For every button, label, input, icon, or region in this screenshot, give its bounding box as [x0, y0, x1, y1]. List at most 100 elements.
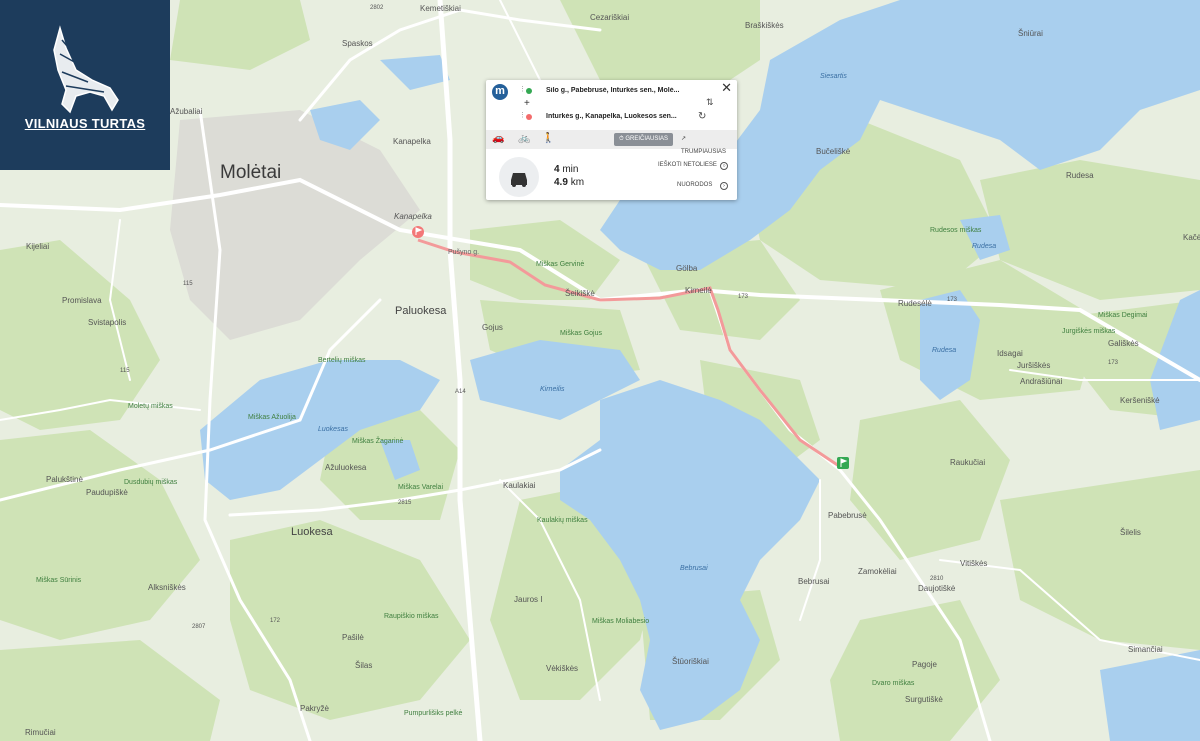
fastest-option[interactable]: ⏱ GREIČIAUSIAS — [614, 133, 674, 146]
svg-text:2802: 2802 — [370, 5, 384, 11]
svg-text:Miškas Ažuolija: Miškas Ažuolija — [248, 414, 296, 421]
svg-text:Pagoje: Pagoje — [912, 660, 937, 669]
directions-icon[interactable]: › — [720, 182, 728, 190]
fastest-label: GREIČIAUSIAS — [625, 136, 669, 142]
svg-text:173: 173 — [1108, 360, 1119, 366]
svg-text:Rudesa: Rudesa — [972, 243, 996, 250]
svg-text:Bebrusai: Bebrusai — [680, 565, 708, 572]
drag-handle-icon[interactable]: ⋮ — [519, 85, 526, 93]
svg-text:Pumpurlišiks pelkė: Pumpurlišiks pelkė — [404, 710, 462, 717]
svg-text:Kaulakiai: Kaulakiai — [503, 481, 536, 490]
route-car-icon — [499, 157, 539, 197]
car-icon[interactable]: 🚗 — [492, 133, 504, 144]
add-stop-icon[interactable]: + — [524, 98, 530, 109]
shortest-label: TRUMPIAUSIAS — [681, 149, 727, 155]
red-flag-icon[interactable] — [412, 226, 424, 238]
svg-text:Kanapelka: Kanapelka — [393, 137, 431, 146]
svg-text:Juršiškės: Juršiškės — [1017, 361, 1050, 370]
m-logo-icon: m — [492, 84, 508, 100]
svg-text:Zamokėliai: Zamokėliai — [858, 567, 897, 576]
drag-handle-icon[interactable]: ⋮ — [519, 111, 526, 119]
origin-field[interactable]: Šilo g., Pabebrusė, Inturkės sen., Molė.… — [546, 87, 698, 94]
svg-text:Rudesa: Rudesa — [1066, 171, 1094, 180]
svg-text:Palukštinė: Palukštinė — [46, 475, 83, 484]
svg-text:Idsagai: Idsagai — [997, 349, 1023, 358]
svg-text:Kirneilis: Kirneilis — [540, 386, 565, 393]
svg-text:Raupiškio miškas: Raupiškio miškas — [384, 613, 439, 620]
swap-icon[interactable]: ⇅ — [706, 97, 714, 108]
distance-unit: km — [570, 177, 585, 188]
svg-text:Rimučiai: Rimučiai — [25, 728, 56, 737]
svg-text:Rudesa: Rudesa — [932, 347, 956, 354]
svg-text:Kirneilė: Kirneilė — [685, 286, 712, 295]
green-flag-icon[interactable] — [837, 457, 849, 469]
svg-text:Šeikiškė: Šeikiškė — [565, 289, 595, 298]
bike-icon[interactable]: 🚲 — [518, 133, 530, 144]
svg-text:Kačė: Kačė — [1183, 233, 1200, 242]
refresh-icon[interactable]: ↻ — [698, 111, 706, 122]
svg-text:Simančiai: Simančiai — [1128, 645, 1163, 654]
svg-text:Bučeliškė: Bučeliškė — [816, 147, 851, 156]
svg-text:Paudupiškė: Paudupiškė — [86, 488, 128, 497]
svg-text:Promislava: Promislava — [62, 296, 102, 305]
svg-text:173: 173 — [947, 297, 958, 303]
svg-text:Dvaro miškas: Dvaro miškas — [872, 680, 915, 687]
search-nearby-icon[interactable]: ○ — [720, 162, 728, 170]
svg-text:Ažubaliai: Ažubaliai — [170, 107, 203, 116]
brand-name: VILNIAUS TURTAS — [24, 116, 146, 131]
svg-text:Vitiškės: Vitiškės — [960, 559, 987, 568]
svg-text:Ažuluokesa: Ažuluokesa — [325, 463, 367, 472]
route-distance: 4.9 km — [554, 177, 584, 188]
time-value: 4 — [554, 164, 560, 175]
distance-value: 4.9 — [554, 177, 568, 188]
svg-text:Gojus: Gojus — [482, 323, 503, 332]
svg-text:Raukučiai: Raukučiai — [950, 458, 985, 467]
search-nearby-link[interactable]: IEŠKOTI NETOLIESE — [658, 162, 717, 168]
svg-text:Pašilė: Pašilė — [342, 633, 364, 642]
svg-text:Pušyno g.: Pušyno g. — [448, 249, 479, 256]
svg-text:Šilas: Šilas — [355, 661, 372, 670]
directions-link[interactable]: NUORODOS — [677, 182, 712, 188]
svg-text:Gölba: Gölba — [676, 264, 698, 273]
destination-pin-icon — [526, 114, 532, 120]
svg-text:Andrašiūnai: Andrašiūnai — [1020, 377, 1062, 386]
origin-pin-icon — [526, 88, 532, 94]
svg-text:Dusdubių miškas: Dusdubių miškas — [124, 479, 178, 486]
svg-text:115: 115 — [183, 281, 193, 287]
svg-text:Miškas Žagarinė: Miškas Žagarinė — [352, 436, 403, 445]
svg-text:173: 173 — [738, 294, 749, 300]
svg-text:Spaskos: Spaskos — [342, 39, 373, 48]
svg-text:Siesartis: Siesartis — [820, 73, 847, 80]
svg-text:Rudesos miškas: Rudesos miškas — [930, 227, 982, 234]
svg-text:Cezariškiai: Cezariškiai — [590, 13, 629, 22]
svg-text:Bertelių miškas: Bertelių miškas — [318, 357, 366, 364]
destination-field[interactable]: Inturkės g., Kanapelka, Luokesos sen... — [546, 113, 698, 120]
svg-text:172: 172 — [270, 618, 281, 624]
svg-text:Miškas Gervinė: Miškas Gervinė — [536, 261, 584, 268]
brand-logo[interactable]: VILNIAUS TURTAS — [0, 0, 170, 170]
svg-text:Rudesėlė: Rudesėlė — [898, 299, 932, 308]
close-icon[interactable]: ✕ — [721, 80, 732, 96]
svg-text:Luokesa: Luokesa — [291, 526, 333, 538]
svg-text:2815: 2815 — [398, 500, 412, 506]
shortest-option[interactable]: ↗ TRUMPIAUSIAS — [676, 133, 737, 155]
route-time: 4 min — [554, 164, 578, 175]
svg-text:Miškas Varelai: Miškas Varelai — [398, 484, 443, 491]
svg-text:A14: A14 — [455, 389, 466, 395]
svg-text:Surgutiškė: Surgutiškė — [905, 695, 943, 704]
svg-text:Moletų miškas: Moletų miškas — [128, 403, 173, 410]
walk-icon[interactable]: 🚶 — [542, 133, 554, 144]
svg-text:Svistapolis: Svistapolis — [88, 318, 126, 327]
svg-text:Štūoriškiai: Štūoriškiai — [672, 657, 709, 666]
time-unit: min — [562, 164, 579, 175]
svg-text:2807: 2807 — [192, 624, 206, 630]
svg-text:Kemetiškiai: Kemetiškiai — [420, 4, 461, 13]
mode-bar: 🚗 🚲 🚶 ⏱ GREIČIAUSIAS ↗ TRUMPIAUSIAS — [486, 130, 737, 155]
svg-text:Pabebrusė: Pabebrusė — [828, 511, 867, 520]
svg-text:Miškas Moliabesio: Miškas Moliabesio — [592, 618, 649, 625]
kanapelka-marker-label: Kanapelka — [394, 212, 432, 221]
svg-text:Bebrusai: Bebrusai — [798, 577, 830, 586]
svg-text:Paluokesa: Paluokesa — [395, 305, 447, 317]
svg-text:Šniūrai: Šniūrai — [1018, 29, 1043, 38]
svg-text:Gališkės: Gališkės — [1108, 339, 1139, 348]
